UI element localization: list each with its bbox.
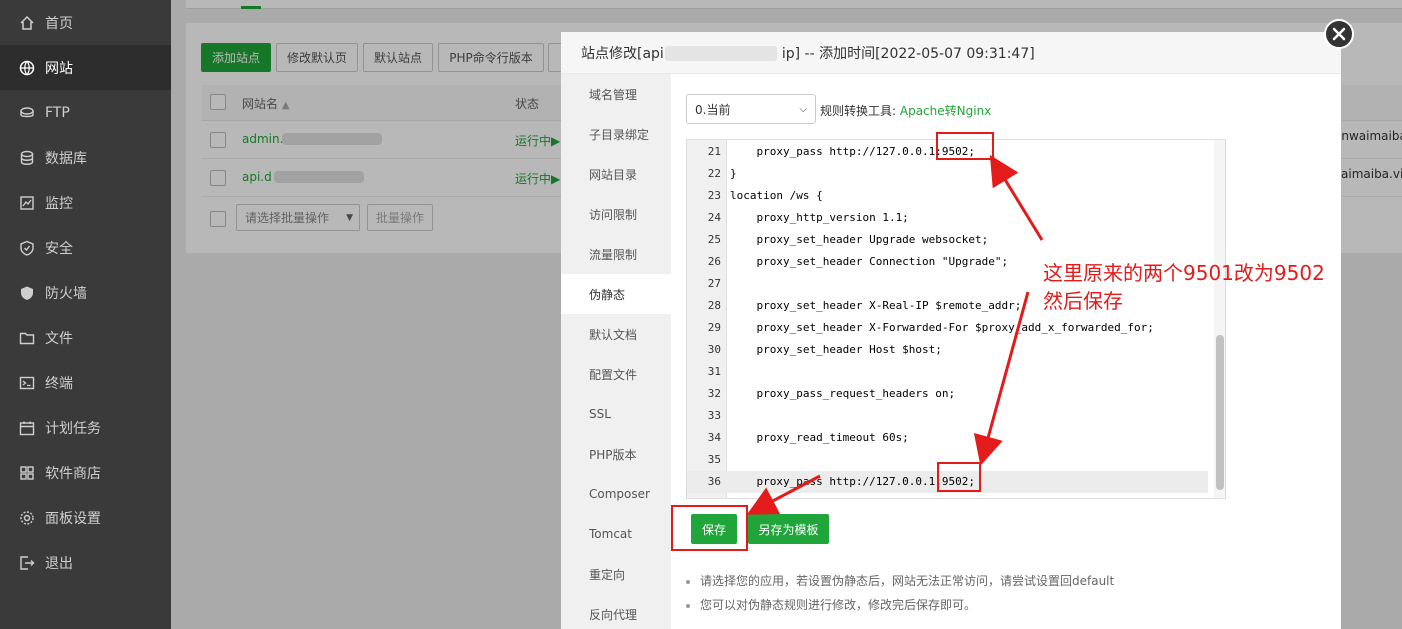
annotation-text: 这里原来的两个9501改为9502 然后保存 — [1043, 259, 1325, 315]
annotation-line-2: 然后保存 — [1043, 289, 1123, 313]
arrow-to-port-1 — [989, 154, 1044, 241]
arrow-to-save — [746, 474, 821, 515]
annotation-line-1: 这里原来的两个9501改为9502 — [1043, 261, 1325, 285]
arrow-to-port-2 — [973, 291, 1030, 466]
